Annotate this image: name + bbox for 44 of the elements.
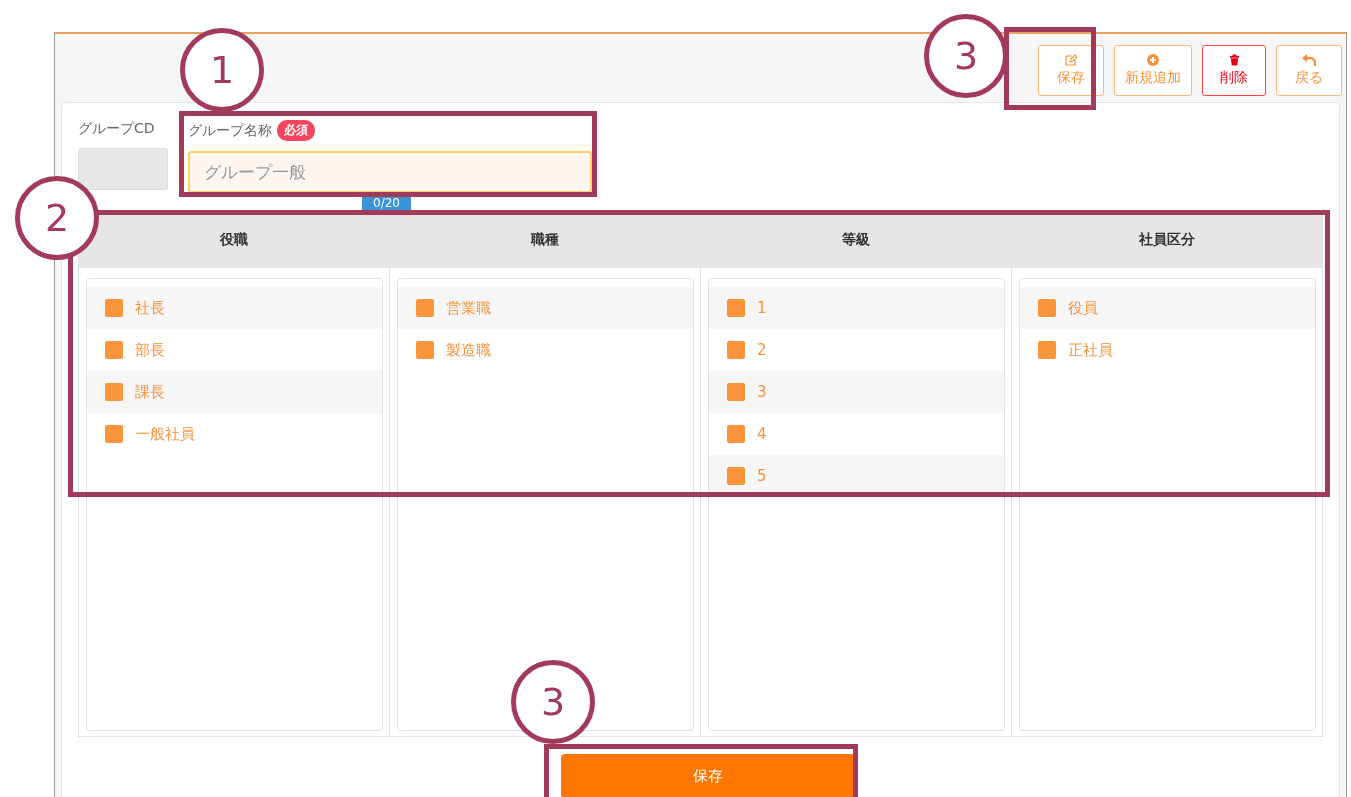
field-label: グループCD: [78, 120, 156, 138]
name-field[interactable]: グループ一般: [188, 151, 592, 193]
list-item[interactable]: 社長: [87, 287, 382, 329]
add-button[interactable]: 新規追加: [1114, 45, 1192, 96]
code-field[interactable]: [78, 148, 168, 190]
field-label: グループ名称: [188, 121, 272, 140]
list-item[interactable]: 4: [709, 413, 1004, 455]
checkbox[interactable]: [727, 383, 745, 401]
plus-circle-icon: [1147, 54, 1159, 66]
list-item[interactable]: 3: [709, 371, 1004, 413]
list-item[interactable]: 1: [709, 287, 1004, 329]
checkbox[interactable]: [105, 299, 123, 317]
save-button[interactable]: 保存: [1038, 45, 1104, 96]
checkbox[interactable]: [105, 341, 123, 359]
column-header: 職種: [390, 212, 700, 268]
checkbox[interactable]: [416, 341, 434, 359]
checkbox[interactable]: [727, 341, 745, 359]
list-item[interactable]: 一般社員: [87, 413, 382, 455]
list-item[interactable]: 製造職: [398, 329, 693, 371]
list-item[interactable]: 2: [709, 329, 1004, 371]
list-item[interactable]: 部長: [87, 329, 382, 371]
list-item[interactable]: 課長: [87, 371, 382, 413]
column-header: 等級: [701, 212, 1011, 268]
checkbox[interactable]: [1038, 299, 1056, 317]
edit-icon: [1065, 54, 1077, 66]
undo-icon: [1302, 54, 1316, 66]
back-button[interactable]: 戻る: [1276, 45, 1342, 96]
checkbox[interactable]: [1038, 341, 1056, 359]
checkbox[interactable]: [727, 299, 745, 317]
checkbox[interactable]: [105, 425, 123, 443]
column-header: 社員区分: [1012, 212, 1322, 268]
list-item[interactable]: 役員: [1020, 287, 1315, 329]
delete-button[interactable]: 削除: [1202, 45, 1266, 96]
list-item[interactable]: 営業職: [398, 287, 693, 329]
trash-icon: [1228, 54, 1240, 66]
list-item[interactable]: 正社員: [1020, 329, 1315, 371]
column-header: 役職: [79, 212, 389, 268]
callout-number: 2: [15, 176, 99, 260]
checkbox[interactable]: [416, 299, 434, 317]
save-button[interactable]: 保存: [560, 754, 855, 797]
checkbox[interactable]: [727, 467, 745, 485]
checkbox[interactable]: [105, 383, 123, 401]
checkbox[interactable]: [727, 425, 745, 443]
required-badge: 必須: [277, 120, 315, 141]
